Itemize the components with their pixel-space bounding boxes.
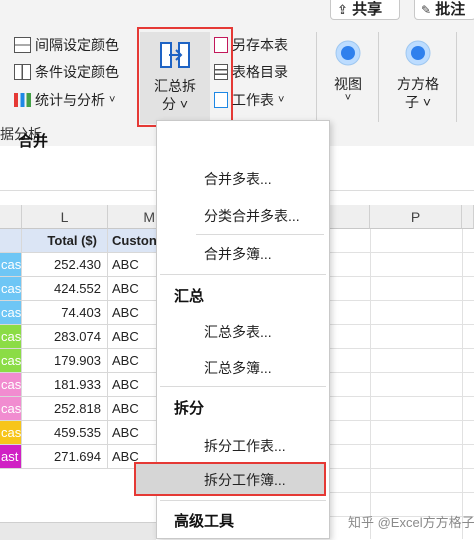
- grid-icon: [14, 64, 31, 80]
- table-cell-customer[interactable]: ABC: [108, 397, 158, 421]
- table-cell-total[interactable]: 179.903: [22, 349, 108, 373]
- ribbon-stats-analysis-button[interactable]: 统计与分析 ˅: [14, 89, 115, 111]
- comment-icon: ✎: [421, 3, 432, 17]
- comment-button[interactable]: ✎ 批注: [414, 0, 474, 20]
- worksheet-button[interactable]: 工作表 ˅: [214, 89, 284, 111]
- table-cell-total[interactable]: 181.933: [22, 373, 108, 397]
- column-header[interactable]: [0, 205, 22, 229]
- table-icon: [214, 64, 228, 80]
- table-cell-total[interactable]: 459.535: [22, 421, 108, 445]
- grid-line: [330, 276, 474, 277]
- chevron-down-icon: ˅: [278, 94, 285, 106]
- table-cell-category[interactable]: cast: [0, 373, 22, 397]
- sheet-tabs-bar[interactable]: [0, 522, 156, 540]
- menu-divider: [160, 500, 326, 501]
- table-header-total[interactable]: Total ($): [22, 229, 108, 253]
- column-header[interactable]: [330, 205, 370, 229]
- menu-item-summary-sheets[interactable]: 汇总多表...: [204, 322, 272, 342]
- grid-line: [330, 252, 474, 253]
- menu-item-category-merge[interactable]: 分类合并多表...: [204, 206, 300, 226]
- highlight-box-menu: [134, 462, 326, 496]
- grid-line: [330, 468, 474, 469]
- menu-header-advanced: 高级工具: [174, 513, 235, 530]
- column-header-p[interactable]: P: [370, 205, 462, 229]
- grid-line: [330, 348, 474, 349]
- column-header-l[interactable]: L: [22, 205, 108, 229]
- grid-line: [330, 324, 474, 325]
- grid-icon: [14, 37, 31, 53]
- table-cell-category[interactable]: cast: [0, 277, 22, 301]
- table-cell-customer[interactable]: ABC: [108, 349, 158, 373]
- table-cell-total[interactable]: 252.818: [22, 397, 108, 421]
- menu-item-merge-sheets[interactable]: 合并多表...: [204, 169, 272, 189]
- menu-divider: [196, 234, 324, 235]
- grid-line: [330, 300, 474, 301]
- table-cell-category[interactable]: cast: [0, 325, 22, 349]
- ribbon-condition-color-button[interactable]: 条件设定颜色: [14, 61, 119, 83]
- table-cell[interactable]: [0, 229, 22, 253]
- chart-icon: [14, 93, 31, 107]
- ribbon-separator: [378, 32, 379, 122]
- column-header-m[interactable]: M: [108, 205, 158, 229]
- table-cell-customer[interactable]: ABC: [108, 373, 158, 397]
- grid-line: [330, 396, 474, 397]
- chevron-down-icon: ˅: [109, 94, 116, 106]
- sheet-icon: [214, 92, 228, 108]
- grid-line: [330, 372, 474, 373]
- table-cell-customer[interactable]: ABC: [108, 277, 158, 301]
- ribbon-interval-color-button[interactable]: 间隔设定颜色: [14, 34, 119, 56]
- column-header[interactable]: [462, 205, 474, 229]
- table-cell-customer[interactable]: ABC: [108, 301, 158, 325]
- table-cell-total[interactable]: 283.074: [22, 325, 108, 349]
- menu-header-merge: 合并: [18, 133, 49, 150]
- ribbon-separator: [316, 32, 317, 122]
- menu-header-summary: 汇总: [174, 288, 205, 305]
- share-button[interactable]: ⇪ 共享: [330, 0, 400, 20]
- menu-divider: [160, 386, 326, 387]
- table-cell-customer[interactable]: ABC: [108, 421, 158, 445]
- share-icon: ⇪: [337, 2, 348, 17]
- table-cell-total[interactable]: 252.430: [22, 253, 108, 277]
- grid-line: [330, 492, 474, 493]
- table-cell-customer[interactable]: ABC: [108, 253, 158, 277]
- menu-divider: [160, 274, 326, 275]
- fangfang-button[interactable]: 方方格 子 ˅: [388, 34, 448, 112]
- table-cell-category[interactable]: cast: [0, 421, 22, 445]
- table-cell-customer[interactable]: ABC: [108, 325, 158, 349]
- chevron-down-icon: ˅: [344, 92, 352, 104]
- watermark: 知乎 @Excel方方格子: [348, 515, 474, 530]
- table-cell-category[interactable]: cast: [0, 301, 22, 325]
- grid-line: [330, 444, 474, 445]
- ribbon-separator: [456, 32, 457, 122]
- save-icon: [214, 37, 228, 53]
- grid-line: [330, 420, 474, 421]
- table-cell-category[interactable]: cast: [0, 349, 22, 373]
- table-header-customer[interactable]: Custon: [108, 229, 158, 253]
- menu-item-summary-workbooks[interactable]: 汇总多簿...: [204, 358, 272, 378]
- top-strip: [0, 0, 474, 24]
- table-cell-category[interactable]: cast: [0, 253, 22, 277]
- table-cell-total[interactable]: 271.694: [22, 445, 108, 469]
- menu-item-split-worksheet[interactable]: 拆分工作表...: [204, 436, 286, 456]
- view-button[interactable]: 视图 ˅: [326, 34, 370, 112]
- table-directory-button[interactable]: 表格目录: [214, 61, 288, 83]
- table-cell-category[interactable]: cast: [0, 397, 22, 421]
- circle-icon: [405, 40, 431, 66]
- menu-header-split: 拆分: [174, 400, 205, 417]
- table-cell-total[interactable]: 424.552: [22, 277, 108, 301]
- table-cell-total[interactable]: 74.403: [22, 301, 108, 325]
- circle-icon: [335, 40, 361, 66]
- table-cell-category[interactable]: ast: [0, 445, 22, 469]
- save-sheet-button[interactable]: 另存本表: [214, 34, 288, 56]
- menu-item-merge-workbooks[interactable]: 合并多簿...: [204, 244, 272, 264]
